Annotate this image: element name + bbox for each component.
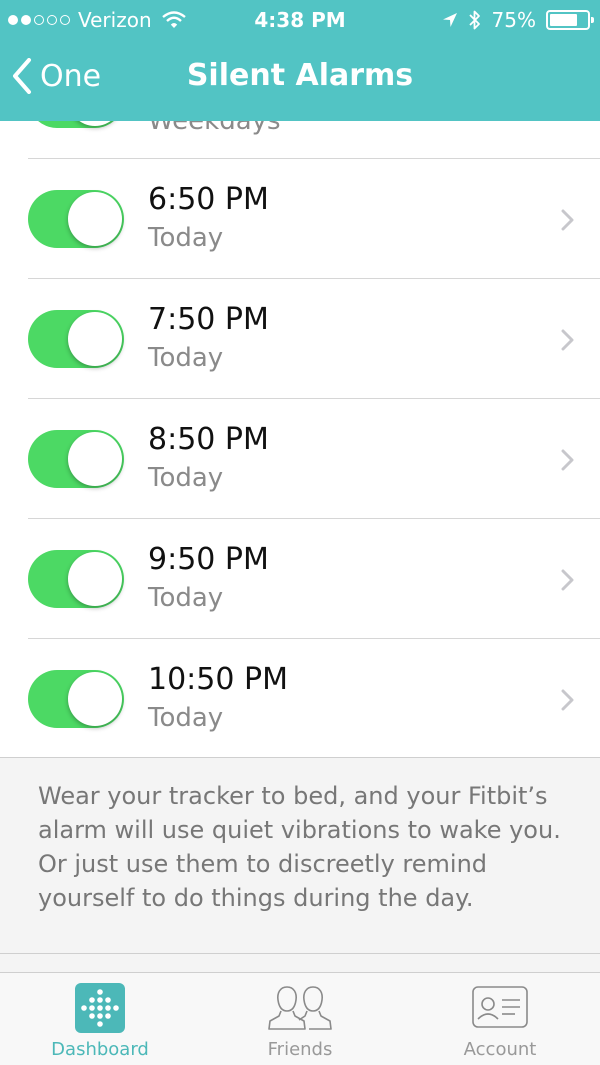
alarm-repeat: Weekdays xyxy=(148,121,281,136)
alarm-time: 6:50 PM xyxy=(148,182,269,217)
alarm-row[interactable]: 6:50 PM Today xyxy=(0,159,600,279)
alarm-row-partial[interactable]: Weekdays xyxy=(0,121,600,159)
alarm-repeat: Today xyxy=(148,223,224,253)
battery-icon xyxy=(546,10,594,30)
battery-percent: 75% xyxy=(491,8,536,32)
alarm-time: 8:50 PM xyxy=(148,422,269,457)
toggle-knob xyxy=(68,432,122,486)
chevron-right-icon xyxy=(561,329,574,351)
alarm-row[interactable]: 10:50 PM Today xyxy=(0,639,600,757)
alarm-toggle[interactable] xyxy=(28,190,124,248)
alarm-time: 10:50 PM xyxy=(148,662,288,697)
chevron-right-icon xyxy=(561,689,574,711)
alarm-toggle[interactable] xyxy=(28,121,124,128)
status-right: 75% xyxy=(442,8,594,32)
toggle-knob xyxy=(68,552,122,606)
chevron-right-icon xyxy=(561,449,574,471)
alarm-list: Weekdays 6:50 PM Today 7:50 PM Today 8:5… xyxy=(0,121,600,757)
dashboard-icon xyxy=(75,983,125,1033)
chevron-left-icon xyxy=(13,58,31,94)
toggle-knob xyxy=(68,672,122,726)
alarm-repeat: Today xyxy=(148,463,224,493)
alarm-row[interactable]: 7:50 PM Today xyxy=(0,279,600,399)
chevron-right-icon xyxy=(561,569,574,591)
tab-label: Account xyxy=(463,1039,537,1060)
alarm-toggle[interactable] xyxy=(28,310,124,368)
alarm-toggle[interactable] xyxy=(28,550,124,608)
alarm-time: 9:50 PM xyxy=(148,542,269,577)
alarm-repeat: Today xyxy=(148,703,224,733)
alarm-repeat: Today xyxy=(148,583,224,613)
toggle-knob xyxy=(68,121,122,126)
bluetooth-icon xyxy=(468,10,480,30)
tab-label: Friends xyxy=(267,1039,333,1060)
location-arrow-icon xyxy=(442,13,457,27)
back-button[interactable]: One xyxy=(12,58,101,94)
alarm-toggle[interactable] xyxy=(28,670,124,728)
toggle-knob xyxy=(68,312,122,366)
list-bottom-border xyxy=(0,757,600,758)
alarm-row[interactable]: 9:50 PM Today xyxy=(0,519,600,639)
footer-separator xyxy=(0,953,600,954)
tab-account[interactable]: Account xyxy=(400,973,600,1065)
account-icon xyxy=(472,986,528,1028)
status-bar: Verizon 4:38 PM 75% xyxy=(0,0,600,40)
alarm-row[interactable]: 8:50 PM Today xyxy=(0,399,600,519)
alarm-time: 7:50 PM xyxy=(148,302,269,337)
friends-icon xyxy=(268,986,332,1030)
silent-alarms-description: Wear your tracker to bed, and your Fitbi… xyxy=(38,782,561,912)
alarm-repeat: Today xyxy=(148,343,224,373)
tab-friends[interactable]: Friends xyxy=(200,973,400,1065)
chevron-right-icon xyxy=(561,209,574,231)
tab-bar: Dashboard Friends Account xyxy=(0,973,600,1065)
back-label: One xyxy=(40,58,102,94)
toggle-knob xyxy=(68,192,122,246)
tab-dashboard[interactable]: Dashboard xyxy=(0,973,200,1065)
alarm-toggle[interactable] xyxy=(28,430,124,488)
header: Verizon 4:38 PM 75% One Silent Alarms xyxy=(0,0,600,121)
tab-label: Dashboard xyxy=(51,1039,149,1060)
